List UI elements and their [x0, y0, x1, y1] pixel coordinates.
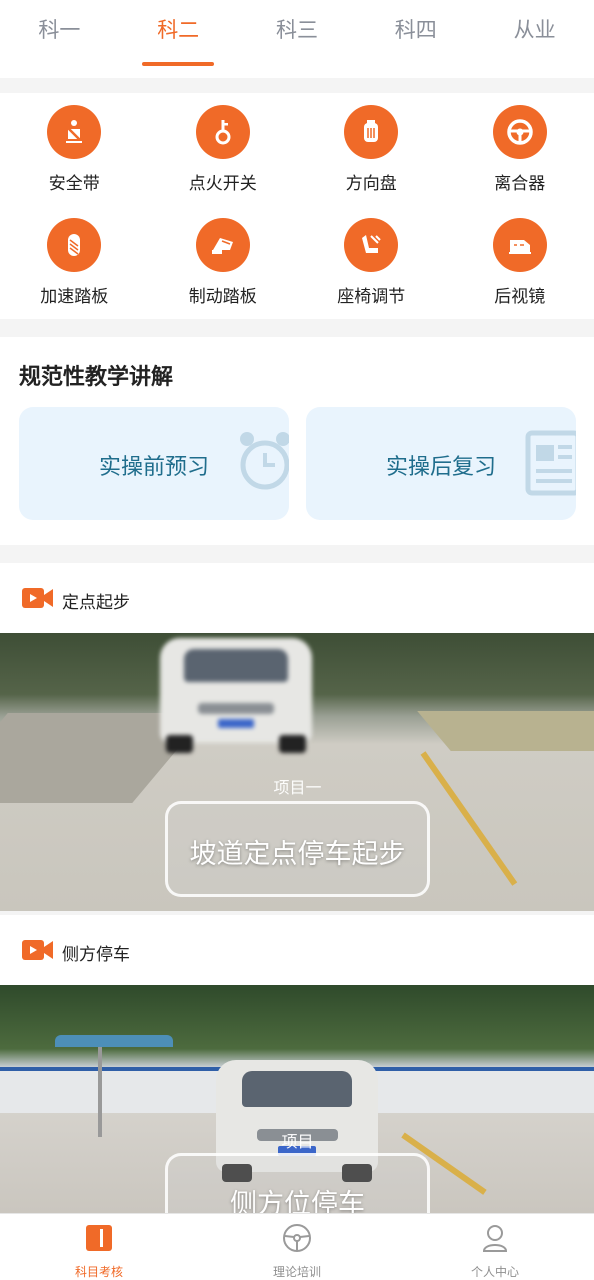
tab-ke-si[interactable]: 科四: [356, 0, 475, 78]
brake-pedal-icon: [195, 218, 250, 272]
nav-profile[interactable]: 个人中心: [396, 1214, 594, 1280]
project-tag: 项目: [281, 1132, 314, 1151]
section-title: 侧方停车: [62, 945, 130, 965]
canopy-pole: [98, 1047, 102, 1137]
control-label: 安全带: [48, 174, 100, 194]
section-header-side-parking: 侧方停车: [0, 915, 594, 985]
accelerator-pedal-icon: [47, 218, 102, 272]
section-header-fixed-start: 定点起步: [0, 563, 594, 633]
control-item-seatbelt[interactable]: 安全带: [0, 93, 149, 206]
canopy: [55, 1035, 173, 1047]
control-label: 方向盘: [345, 174, 397, 194]
control-item-ignition[interactable]: 点火开关: [149, 93, 298, 206]
project-name: 坡道定点停车起步: [189, 839, 406, 870]
control-label: 制动踏板: [188, 287, 257, 307]
card-label: 实操前预习: [98, 455, 209, 480]
nav-theory[interactable]: 理论培训: [198, 1214, 396, 1280]
exam-icon: [86, 1225, 112, 1251]
mirror-icon: [492, 218, 547, 272]
video-camera-icon: [22, 588, 53, 608]
nav-label: 个人中心: [470, 1265, 519, 1279]
section-heading: 规范性教学讲解: [19, 365, 174, 390]
control-item-steering[interactable]: 方向盘: [297, 93, 446, 206]
review-card[interactable]: 实操后复习: [306, 407, 576, 520]
steering-wheel-icon: [283, 1224, 311, 1252]
bottom-navigation: 科目考核 理论培训 个人中心: [0, 1213, 594, 1280]
nav-exam[interactable]: 科目考核: [0, 1214, 198, 1280]
control-label: 点火开关: [188, 174, 257, 194]
video-banner-side-parking[interactable]: 项目 侧方位停车: [0, 985, 594, 1213]
project-tag: 项目一: [273, 778, 322, 797]
control-label: 座椅调节: [337, 287, 406, 307]
control-item-seat[interactable]: 座椅调节: [297, 206, 446, 319]
project-frame: 项目 侧方位停车: [165, 1132, 430, 1213]
project-name: 侧方位停车: [230, 1189, 365, 1213]
nav-label: 科目考核: [74, 1265, 123, 1279]
steering-column-icon: [344, 105, 399, 159]
control-item-brake[interactable]: 制动踏板: [149, 206, 298, 319]
card-label: 实操后复习: [385, 455, 496, 480]
tab-ke-san[interactable]: 科三: [238, 0, 357, 78]
control-item-accelerator[interactable]: 加速踏板: [0, 206, 149, 319]
preview-card[interactable]: 实操前预习: [19, 407, 289, 520]
road-line: [420, 751, 518, 886]
person-icon: [482, 1225, 508, 1252]
road-ramp-right: [417, 711, 594, 751]
control-label: 离合器: [494, 174, 546, 194]
seat-adjust-icon: [344, 218, 399, 272]
nav-label: 理论培训: [272, 1265, 321, 1279]
control-item-clutch[interactable]: 离合器: [446, 93, 594, 206]
seatbelt-icon: [47, 105, 102, 159]
section-title: 定点起步: [62, 593, 130, 613]
control-label: 加速踏板: [40, 287, 109, 307]
control-label: 后视镜: [494, 287, 546, 307]
ignition-key-icon: [195, 105, 250, 159]
video-camera-icon: [22, 940, 53, 960]
control-item-mirror[interactable]: 后视镜: [446, 206, 594, 319]
project-frame: 项目一 坡道定点停车起步: [165, 778, 430, 897]
subject-tabs: 科一 科二 科三 科四 从业: [0, 0, 594, 78]
tab-ke-yi[interactable]: 科一: [0, 0, 119, 78]
vehicle-controls-grid: 安全带 点火开关 方向盘 离合器 加速踏板 制动踏板 座椅调节 后视镜: [0, 93, 594, 319]
video-banner-hill-start[interactable]: 项目一 坡道定点停车起步: [0, 633, 594, 911]
steering-wheel-icon: [492, 105, 547, 159]
tab-cong-ye[interactable]: 从业: [475, 0, 594, 78]
car-image: [160, 638, 312, 753]
teaching-section: 规范性教学讲解 实操前预习 实操后复习: [0, 337, 594, 545]
tab-ke-er[interactable]: 科二: [119, 0, 238, 78]
